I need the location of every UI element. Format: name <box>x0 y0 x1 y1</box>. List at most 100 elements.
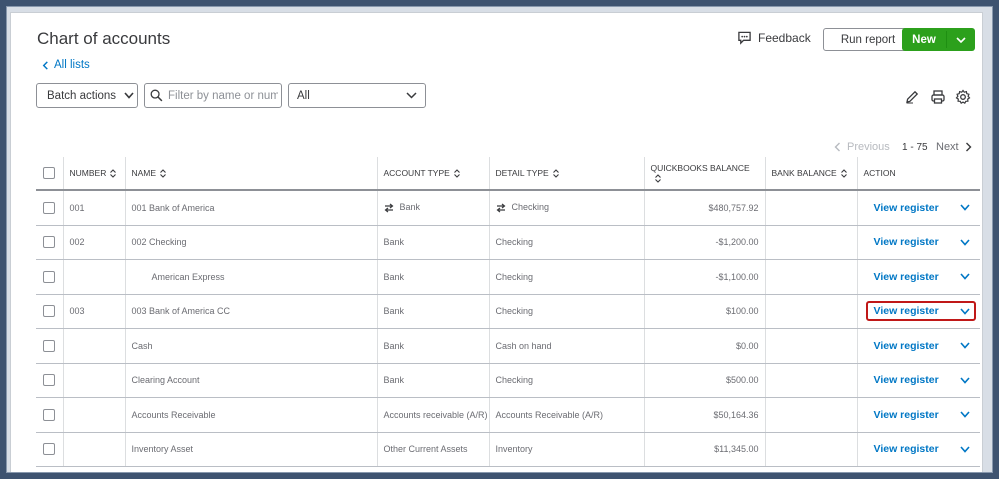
cell-number <box>62 432 125 467</box>
row-checkbox[interactable] <box>43 443 56 456</box>
action-group-highlighted: View register <box>865 301 976 322</box>
chevron-down-icon[interactable] <box>960 204 970 211</box>
chevron-down-icon[interactable] <box>960 273 970 280</box>
view-register-link[interactable]: View register <box>874 271 939 283</box>
cell-name: Clearing Account <box>124 363 377 398</box>
all-lists-label: All lists <box>54 59 90 71</box>
cell-action: View register <box>856 328 980 364</box>
cell-name: Inventory Asset <box>124 432 377 467</box>
new-button[interactable]: New <box>902 28 946 51</box>
cell-detail-type: Inventory <box>488 432 644 467</box>
sort-icon <box>160 169 166 178</box>
view-register-link[interactable]: View register <box>874 236 939 248</box>
cell-account-type: Bank <box>376 259 489 295</box>
row-checkbox[interactable] <box>43 201 56 214</box>
row-select-cell <box>36 294 63 329</box>
table-row: Clearing Account Bank Checking $500.00 V… <box>36 363 980 398</box>
cell-qb-balance: $100.00 <box>643 294 765 329</box>
sort-icon <box>453 169 460 178</box>
row-checkbox[interactable] <box>43 374 56 387</box>
sort-icon <box>654 174 661 183</box>
cell-number: 001 <box>62 190 125 226</box>
pencil-icon[interactable] <box>904 89 920 105</box>
select-all-checkbox[interactable] <box>43 167 56 179</box>
action-group: View register <box>864 336 975 356</box>
sort-icon <box>840 169 847 178</box>
cell-detail-type: Checking <box>488 363 644 398</box>
cell-number <box>62 328 125 364</box>
col-detail-type-header[interactable]: DETAIL TYPE <box>488 157 644 191</box>
col-account-type-label: ACCOUNT TYPE <box>383 167 450 178</box>
cell-detail-type: Cash on hand <box>488 328 644 364</box>
row-select-cell <box>36 397 63 433</box>
cell-qb-balance: $480,757.92 <box>643 190 765 226</box>
account-type-label: Bank <box>399 202 421 213</box>
view-register-link[interactable]: View register <box>874 409 939 421</box>
filter-search-input[interactable] <box>168 89 278 102</box>
cell-detail-type: Accounts Receivable (A/R) <box>488 397 644 433</box>
cell-bank-balance <box>764 432 857 467</box>
col-detail-type-label: DETAIL TYPE <box>495 167 549 178</box>
view-register-link[interactable]: View register <box>874 340 939 352</box>
col-qb-balance-header[interactable]: QUICKBOOKS BALANCE <box>643 157 765 191</box>
new-dropdown-button[interactable] <box>947 28 975 51</box>
chevron-down-icon[interactable] <box>960 411 970 418</box>
sort-icon <box>110 169 117 178</box>
cell-detail-type: Checking <box>488 190 644 226</box>
table-row: American Express Bank Checking -$1,100.0… <box>36 259 980 295</box>
cell-qb-balance: $500.00 <box>643 363 765 398</box>
col-number-header[interactable]: NUMBER <box>62 157 125 191</box>
view-register-link[interactable]: View register <box>874 202 939 214</box>
gear-icon[interactable] <box>955 89 971 105</box>
view-register-link[interactable]: View register <box>874 443 939 455</box>
row-checkbox[interactable] <box>43 270 56 283</box>
row-select-cell <box>36 225 63 260</box>
row-checkbox[interactable] <box>43 408 56 421</box>
col-number-label: NUMBER <box>69 167 107 178</box>
chevron-right-icon <box>965 142 972 152</box>
cell-bank-balance <box>764 225 857 260</box>
cell-bank-balance <box>764 397 857 433</box>
cell-name: Cash <box>124 328 377 364</box>
row-checkbox[interactable] <box>43 339 56 352</box>
chevron-down-icon[interactable] <box>960 446 970 453</box>
pager-next[interactable]: Next <box>936 141 972 153</box>
cell-bank-balance <box>764 259 857 295</box>
cell-account-type: Bank <box>376 294 489 329</box>
all-lists-link[interactable]: All lists <box>41 59 90 71</box>
chevron-down-icon[interactable] <box>960 342 970 349</box>
col-account-type-header[interactable]: ACCOUNT TYPE <box>376 157 489 191</box>
col-action-header: ACTION <box>856 157 980 191</box>
cell-bank-balance <box>764 190 857 226</box>
feedback-button[interactable]: Feedback <box>737 31 811 45</box>
account-filter-select[interactable]: All <box>288 83 426 108</box>
col-name-header[interactable]: NAME <box>124 157 377 191</box>
print-icon[interactable] <box>930 89 946 105</box>
table-row: Cash Bank Cash on hand $0.00 View regist… <box>36 328 980 364</box>
pager-previous[interactable]: Previous <box>834 141 890 153</box>
cell-bank-balance <box>764 328 857 364</box>
row-checkbox[interactable] <box>43 305 56 318</box>
detail-type-label: Checking <box>511 202 550 213</box>
batch-actions-dropdown[interactable]: Batch actions <box>36 83 138 108</box>
select-all-cell <box>36 157 63 191</box>
sort-icon <box>552 169 559 178</box>
table-row: Inventory Asset Other Current Assets Inv… <box>36 432 980 467</box>
action-group: View register <box>864 370 975 390</box>
cell-action: View register <box>856 259 980 295</box>
table-header-row: NUMBER NAME ACCOUNT TYPE DETAIL TYPE QUI… <box>36 157 980 191</box>
run-report-button[interactable]: Run report <box>823 28 913 51</box>
cell-detail-type: Checking <box>488 225 644 260</box>
row-checkbox[interactable] <box>43 236 56 249</box>
cell-name: 002 Checking <box>124 225 377 260</box>
chevron-down-icon[interactable] <box>960 308 970 315</box>
table-row: Accounts Receivable Accounts receivable … <box>36 397 980 433</box>
chevron-down-icon[interactable] <box>960 239 970 246</box>
chevron-down-icon[interactable] <box>960 377 970 384</box>
cell-account-type: Bank <box>376 190 489 226</box>
view-register-link[interactable]: View register <box>874 305 939 317</box>
col-bank-balance-header[interactable]: BANK BALANCE <box>764 157 857 191</box>
view-register-link[interactable]: View register <box>874 374 939 386</box>
action-group: View register <box>864 405 975 425</box>
transfer-icon <box>496 203 505 213</box>
